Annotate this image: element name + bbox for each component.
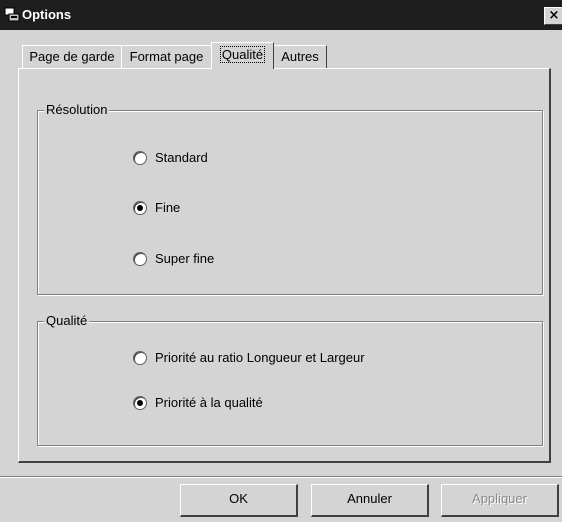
printer-icon <box>4 7 20 23</box>
window-title: Options <box>22 7 72 22</box>
radio-priorite-qualite[interactable]: Priorité à la qualité <box>133 395 263 410</box>
tab-autres[interactable]: Autres <box>273 45 327 68</box>
tab-page-de-garde[interactable]: Page de garde <box>22 45 122 68</box>
radio-standard[interactable]: Standard <box>133 150 208 165</box>
resolution-group: Résolution <box>37 102 543 295</box>
radio-button-icon <box>133 150 147 165</box>
tab-qualite[interactable]: Qualité <box>211 42 274 69</box>
radio-priorite-ratio[interactable]: Priorité au ratio Longueur et Largeur <box>133 350 365 365</box>
divider <box>0 476 562 478</box>
radio-button-icon <box>133 350 147 365</box>
radio-button-checked-icon <box>133 395 147 410</box>
apply-button[interactable]: Appliquer <box>441 484 559 517</box>
radio-super-fine[interactable]: Super fine <box>133 251 214 266</box>
title-bar[interactable]: Options × <box>0 0 562 30</box>
resolution-group-label: Résolution <box>44 102 110 117</box>
close-button[interactable]: × <box>544 7 562 25</box>
tab-format-page[interactable]: Format page <box>121 45 212 68</box>
close-icon: × <box>548 8 560 23</box>
options-window: Options × Page de garde Format page Qual… <box>0 0 562 522</box>
quality-group-label: Qualité <box>44 313 90 328</box>
radio-button-icon <box>133 251 147 266</box>
radio-fine[interactable]: Fine <box>133 200 180 215</box>
radio-button-checked-icon <box>133 200 147 215</box>
cancel-button[interactable]: Annuler <box>311 484 429 517</box>
ok-button[interactable]: OK <box>180 484 298 517</box>
quality-group: Qualité <box>37 313 543 446</box>
